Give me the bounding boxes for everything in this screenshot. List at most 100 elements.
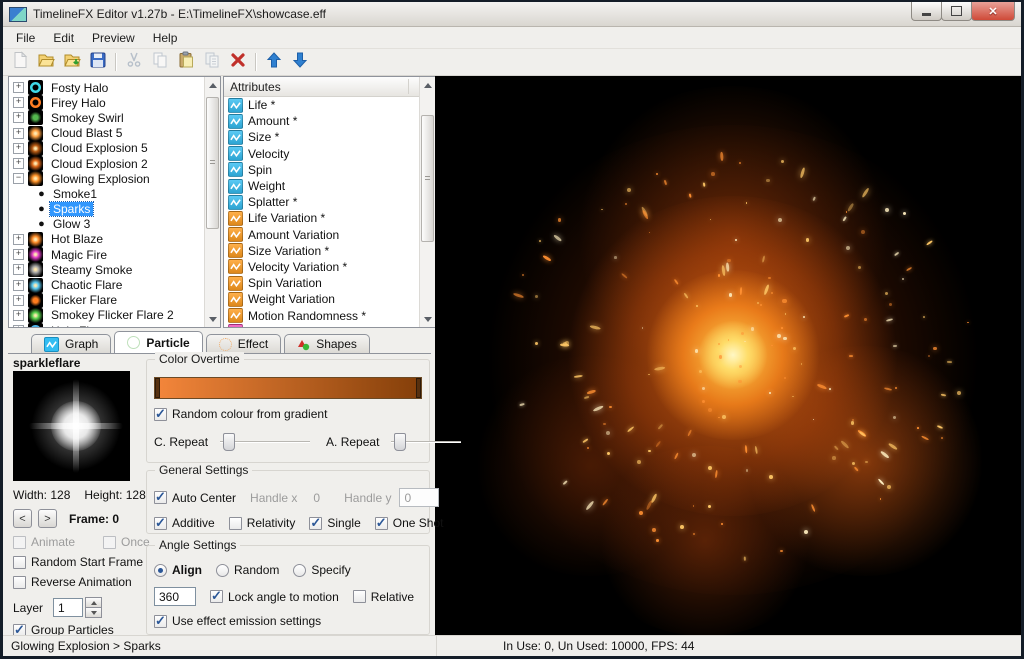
random-radio[interactable] — [216, 564, 229, 577]
handle-y-input[interactable]: 0 — [399, 488, 439, 507]
tree-scrollbar[interactable] — [204, 77, 220, 327]
specify-radio[interactable] — [293, 564, 306, 577]
preview-canvas[interactable] — [435, 76, 1021, 635]
layer-input[interactable]: 1 — [53, 598, 83, 617]
expand-icon[interactable]: + — [13, 310, 24, 321]
c-repeat-slider-thumb[interactable] — [223, 433, 235, 451]
attributes-header[interactable]: Attributes — [224, 77, 435, 97]
duplicate-button[interactable] — [200, 51, 224, 73]
animate-checkbox[interactable] — [13, 536, 26, 549]
tree-item[interactable]: +Halo Flare — [9, 323, 220, 328]
scroll-down-icon[interactable] — [206, 312, 219, 326]
c-repeat-slider[interactable] — [220, 432, 310, 451]
tree-item[interactable]: +Flicker Flare — [9, 293, 220, 308]
close-button[interactable]: ✕ — [971, 2, 1015, 21]
tree-item[interactable]: +Smokey Flicker Flare 2 — [9, 308, 220, 323]
tree-item[interactable]: +Cloud Blast 5 — [9, 126, 220, 141]
move-up-button[interactable] — [262, 51, 286, 73]
tab-shapes[interactable]: Shapes — [284, 334, 370, 353]
title-bar[interactable]: TimelineFX Editor v1.27b - E:\TimelineFX… — [3, 2, 1021, 27]
random-start-frame-checkbox[interactable] — [13, 556, 26, 569]
tree-child-item[interactable]: ●Sparks — [9, 202, 220, 217]
tree-scroll-thumb[interactable] — [206, 97, 219, 229]
attribute-item[interactable]: Velocity — [224, 146, 435, 162]
attribute-item[interactable]: Amount Variation — [224, 227, 435, 243]
attributes-scroll-thumb[interactable] — [421, 115, 434, 242]
expand-icon[interactable]: + — [13, 295, 24, 306]
expand-icon[interactable]: + — [13, 325, 24, 328]
expand-icon[interactable]: + — [13, 82, 24, 93]
scroll-down-icon[interactable] — [421, 312, 434, 326]
attribute-item[interactable]: Size Variation * — [224, 243, 435, 259]
angle-value-input[interactable]: 360 — [154, 587, 196, 606]
scroll-up-icon[interactable] — [421, 78, 434, 92]
once-checkbox[interactable] — [103, 536, 116, 549]
menu-help[interactable]: Help — [144, 29, 187, 47]
lock-angle-checkbox[interactable] — [210, 590, 223, 603]
auto-center-checkbox[interactable] — [154, 491, 167, 504]
tree-item[interactable]: +Firey Halo — [9, 95, 220, 110]
expand-icon[interactable]: + — [13, 143, 24, 154]
layer-spinner[interactable] — [85, 597, 102, 618]
tree-item[interactable]: +Fosty Halo — [9, 80, 220, 95]
tree-item[interactable]: +Chaotic Flare — [9, 277, 220, 292]
next-frame-button[interactable]: > — [38, 509, 57, 528]
tree-item[interactable]: +Magic Fire — [9, 247, 220, 262]
attribute-item[interactable]: Spin — [224, 162, 435, 178]
a-repeat-slider[interactable] — [391, 432, 461, 451]
attribute-item[interactable]: Life Variation * — [224, 210, 435, 226]
paste-button[interactable] — [174, 51, 198, 73]
tab-effect[interactable]: Effect — [206, 334, 281, 353]
tree-item[interactable]: +Smokey Swirl — [9, 110, 220, 125]
expand-icon[interactable]: + — [13, 97, 24, 108]
color-gradient-bar[interactable] — [154, 377, 422, 399]
tree-item[interactable]: −Glowing Explosion — [9, 171, 220, 186]
emission-settings-checkbox[interactable] — [154, 615, 167, 628]
tab-graph[interactable]: Graph — [31, 334, 111, 353]
relativity-checkbox[interactable] — [229, 517, 242, 530]
additive-checkbox[interactable] — [154, 517, 167, 530]
cut-button[interactable] — [122, 51, 146, 73]
align-radio[interactable] — [154, 564, 167, 577]
expand-icon[interactable]: + — [13, 158, 24, 169]
expand-icon[interactable]: + — [13, 234, 24, 245]
gradient-right-cap[interactable] — [416, 378, 421, 398]
attribute-item[interactable]: Size * — [224, 129, 435, 145]
collapse-icon[interactable]: − — [13, 173, 24, 184]
attribute-item[interactable]: Splatter * — [224, 194, 435, 210]
menu-edit[interactable]: Edit — [44, 29, 83, 47]
copy-button[interactable] — [148, 51, 172, 73]
attribute-item[interactable]: Weight Variation — [224, 291, 435, 307]
prev-frame-button[interactable]: < — [13, 509, 32, 528]
import-file-button[interactable] — [60, 51, 84, 73]
menu-preview[interactable]: Preview — [83, 29, 144, 47]
reverse-animation-checkbox[interactable] — [13, 576, 26, 589]
minimize-button[interactable] — [911, 2, 942, 21]
expand-icon[interactable]: + — [13, 128, 24, 139]
attributes-scrollbar[interactable] — [419, 77, 435, 327]
tree-item[interactable]: +Cloud Explosion 2 — [9, 156, 220, 171]
maximize-button[interactable] — [941, 2, 972, 21]
attribute-item[interactable] — [224, 324, 435, 328]
attribute-item[interactable]: Weight — [224, 178, 435, 194]
tree-child-item[interactable]: ●Glow 3 — [9, 217, 220, 232]
scroll-up-icon[interactable] — [206, 78, 219, 92]
group-particles-checkbox[interactable] — [13, 624, 26, 636]
open-file-button[interactable] — [34, 51, 58, 73]
attribute-item[interactable]: Velocity Variation * — [224, 259, 435, 275]
new-file-button[interactable] — [8, 51, 32, 73]
tree-child-item[interactable]: ●Smoke1 — [9, 186, 220, 201]
save-button[interactable] — [86, 51, 110, 73]
relative-checkbox[interactable] — [353, 590, 366, 603]
expand-icon[interactable]: + — [13, 280, 24, 291]
attribute-item[interactable]: Life * — [224, 97, 435, 113]
delete-button[interactable] — [226, 51, 250, 73]
one-shot-checkbox[interactable] — [375, 517, 388, 530]
tree-item[interactable]: +Cloud Explosion 5 — [9, 141, 220, 156]
tab-particle[interactable]: Particle — [114, 331, 202, 353]
a-repeat-slider-thumb[interactable] — [394, 433, 406, 451]
move-down-button[interactable] — [288, 51, 312, 73]
tree-item[interactable]: +Hot Blaze — [9, 232, 220, 247]
attribute-item[interactable]: Amount * — [224, 113, 435, 129]
menu-file[interactable]: File — [7, 29, 44, 47]
